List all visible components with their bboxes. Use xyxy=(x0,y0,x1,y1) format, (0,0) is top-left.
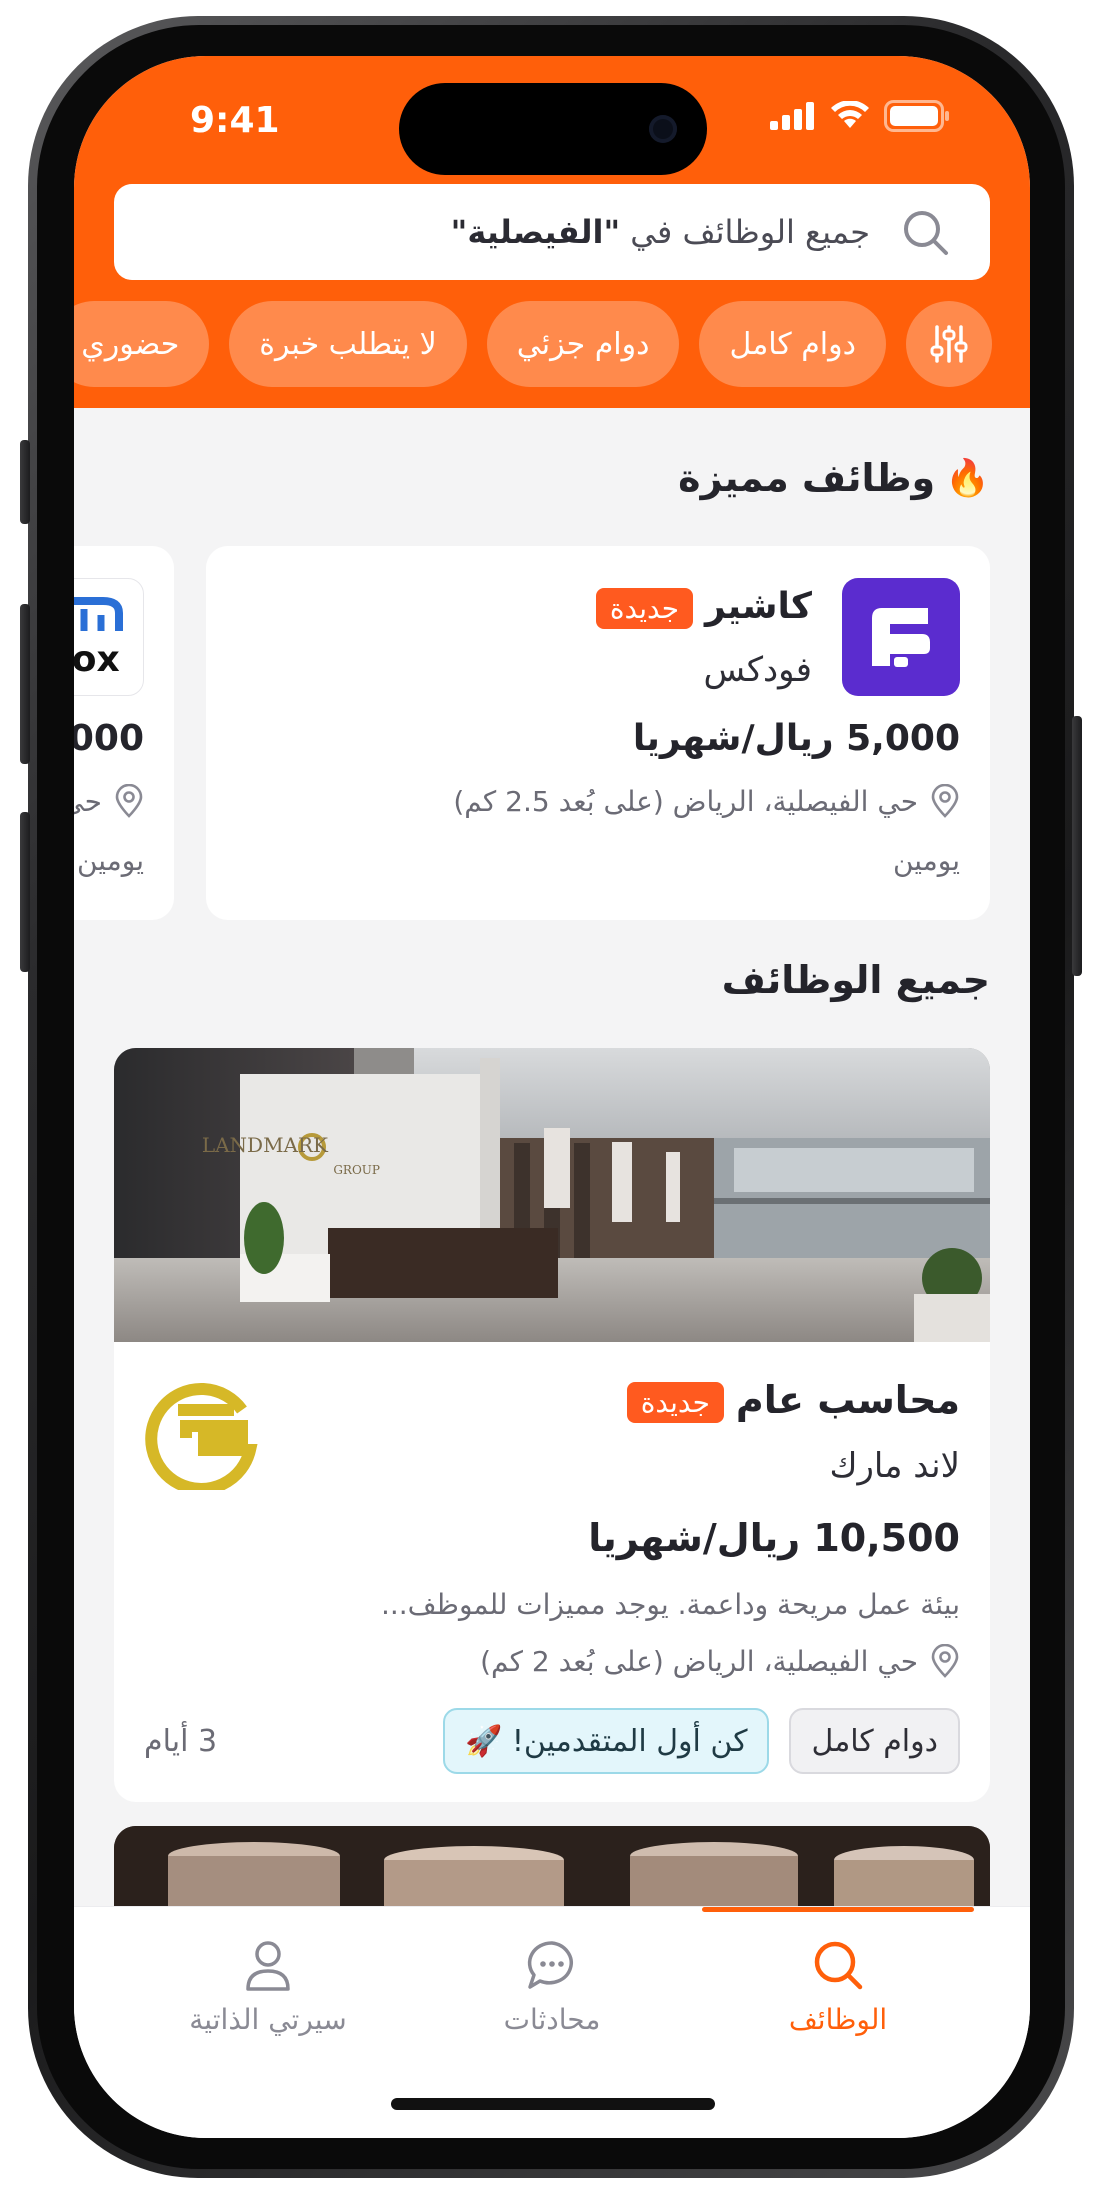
app-header: 9:41 جميع الوظائف في "الفيصلية" دوام كام… xyxy=(74,56,1030,408)
posted-time: يومين xyxy=(76,844,144,877)
company-name: فودكس xyxy=(703,650,813,690)
location-pin-icon xyxy=(931,784,959,818)
status-time: 9:41 xyxy=(190,100,280,141)
search-icon xyxy=(814,1941,863,1990)
fire-icon: 🔥 xyxy=(945,458,990,499)
posted-time: 3 أيام xyxy=(144,1724,218,1759)
chip-on-site[interactable]: حضوري xyxy=(74,301,210,387)
signal-icon xyxy=(770,102,814,130)
tab-chats-label: محادثات xyxy=(503,2003,601,2036)
landmark-logo-icon xyxy=(145,1382,258,1495)
location: حي الفيصلية، الرياض (على بُعد 2 كم) xyxy=(480,1644,960,1678)
featured-job-card[interactable]: كاشير جديدة فودكس 5,000 ريال/شهريا حي الف… xyxy=(206,546,990,920)
tab-jobs[interactable]: الوظائف xyxy=(702,1937,974,2036)
chip-no-experience[interactable]: لا يتطلب خبرة xyxy=(229,301,467,387)
featured-job-card-2[interactable]: vox 000 حي يومين xyxy=(74,546,174,920)
tab-chats[interactable]: محادثات xyxy=(416,1937,688,2036)
office-photo: LANDMARK GROUP xyxy=(114,1048,990,1342)
filter-chips: دوام كامل دوام جزئي لا يتطلب خبرة حضوري xyxy=(74,301,992,387)
camera-icon xyxy=(649,115,677,143)
active-tab-indicator xyxy=(702,1907,974,1912)
sliders-icon xyxy=(930,325,968,363)
volume-down-button xyxy=(20,812,30,972)
dynamic-island xyxy=(399,83,707,175)
foodics-logo-icon xyxy=(872,608,930,668)
salary: 10,500 ريال/شهريا xyxy=(588,1516,960,1560)
location-pin-icon xyxy=(115,784,143,818)
posted-time: يومين xyxy=(892,844,960,877)
job-title: محاسب عام جديدة xyxy=(626,1378,960,1423)
search-bar[interactable]: جميع الوظائف في "الفيصلية" xyxy=(114,184,990,280)
company-name: لاند مارك xyxy=(829,1446,960,1486)
new-badge: جديدة xyxy=(626,1382,724,1423)
vox-logo-text: vox xyxy=(74,639,120,680)
job-card[interactable]: LANDMARK GROUP محاسب عامجديدة لاند مارك … xyxy=(114,1048,990,1802)
featured-title-text: وظائف مميزة xyxy=(678,456,936,500)
company-logo: vox xyxy=(74,578,144,696)
home-indicator[interactable] xyxy=(391,2098,715,2110)
all-jobs-title: جميع الوظائف xyxy=(721,958,990,1002)
tab-cv-label: سيرتي الذاتية xyxy=(189,2003,347,2036)
power-button xyxy=(1072,716,1082,976)
location-text: حي الفيصلية، الرياض (على بُعد 2 كم) xyxy=(480,1644,918,1678)
location-text: حي الفيصلية، الرياض (على بُعد 2.5 كم) xyxy=(453,784,918,818)
job-description: بيئة عمل مريحة وداعمة. يوجد مميزات للموظ… xyxy=(380,1588,960,1621)
location-text: حي xyxy=(74,784,102,818)
location-pin-icon xyxy=(931,1644,959,1678)
search-text: جميع الوظائف في "الفيصلية" xyxy=(451,213,870,251)
salary: 000 xyxy=(74,718,144,759)
battery-icon xyxy=(884,100,949,132)
job-title-text: كاشير xyxy=(705,586,812,627)
search-icon xyxy=(904,211,948,255)
job-title-text: محاسب عام xyxy=(735,1378,960,1422)
featured-title: 🔥 وظائف مميزة xyxy=(678,456,990,500)
location: حي xyxy=(74,784,144,818)
vox-logo-icon: vox xyxy=(74,597,123,680)
new-badge: جديدة xyxy=(595,587,694,629)
company-logo xyxy=(142,1370,262,1495)
salary: 5,000 ريال/شهريا xyxy=(632,718,960,759)
tab-cv[interactable]: سيرتي الذاتية xyxy=(132,1937,404,2036)
search-location: "الفيصلية" xyxy=(450,213,621,251)
office-photo-illustration: LANDMARK GROUP xyxy=(114,1048,990,1342)
search-prefix: جميع الوظائف في xyxy=(620,213,870,251)
filters-button[interactable] xyxy=(906,301,992,387)
location: حي الفيصلية، الرياض (على بُعد 2.5 كم) xyxy=(453,784,960,818)
silent-switch xyxy=(20,440,30,524)
chip-part-time[interactable]: دوام جزئي xyxy=(486,301,680,387)
tag-full-time: دوام كامل xyxy=(789,1708,960,1774)
chat-icon xyxy=(527,1941,573,1989)
job-title: كاشير جديدة xyxy=(595,586,812,629)
tab-jobs-label: الوظائف xyxy=(788,2003,888,2036)
job-tags: دوام كامل كن أول المتقدمين! 🚀 xyxy=(443,1708,960,1774)
person-icon xyxy=(246,1941,290,1991)
landmark-sign-sub: GROUP xyxy=(333,1163,380,1177)
status-icons xyxy=(770,100,950,132)
wifi-icon xyxy=(831,101,869,128)
app-screen: 9:41 جميع الوظائف في "الفيصلية" دوام كام… xyxy=(74,56,1030,2138)
landmark-sign: LANDMARK xyxy=(202,1133,329,1157)
volume-up-button xyxy=(20,604,30,764)
company-logo xyxy=(842,578,960,696)
chip-full-time[interactable]: دوام كامل xyxy=(699,301,886,387)
tag-be-first: كن أول المتقدمين! 🚀 xyxy=(443,1708,770,1774)
